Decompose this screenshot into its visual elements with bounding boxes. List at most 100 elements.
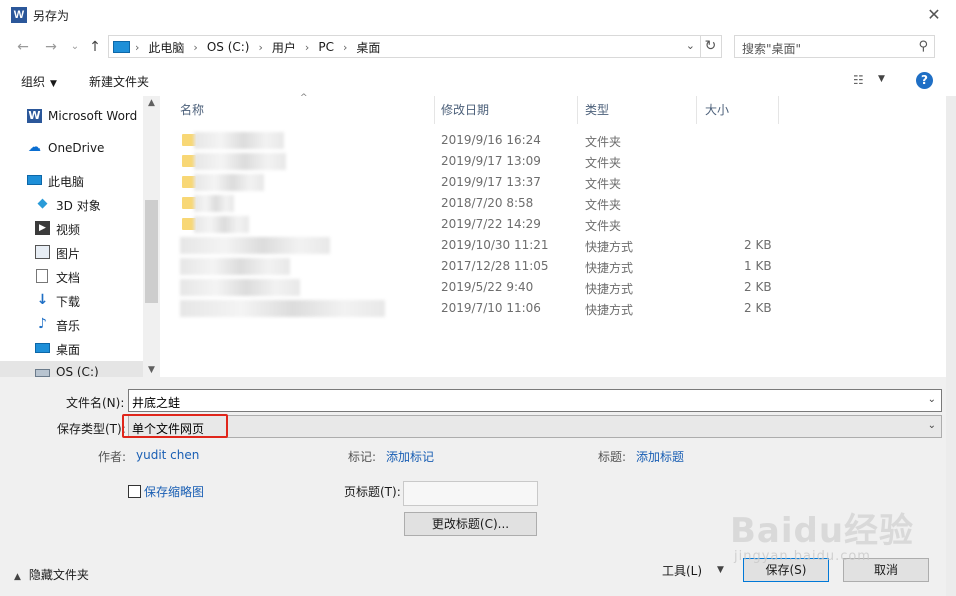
tools-menu[interactable]: 工具(L) bbox=[662, 562, 702, 579]
file-date: 2019/9/17 13:09 bbox=[441, 154, 541, 168]
search-input[interactable]: 搜索"桌面" ⚲ bbox=[734, 35, 935, 58]
blurred-filename bbox=[194, 174, 264, 191]
close-icon[interactable]: ✕ bbox=[924, 5, 944, 25]
breadcrumb: › 此电脑 › OS (C:) › 用户 › PC › 桌面 bbox=[135, 39, 380, 55]
sidebar-item-label: 视频 bbox=[56, 223, 81, 237]
save-thumbnail-checkbox[interactable] bbox=[128, 485, 141, 498]
address-bar[interactable]: › 此电脑 › OS (C:) › 用户 › PC › 桌面 ⌄ bbox=[108, 35, 701, 58]
caret-down-icon: ▼ bbox=[50, 79, 57, 89]
breadcrumb-users[interactable]: 用户 bbox=[272, 39, 296, 56]
file-date: 2017/12/28 11:05 bbox=[441, 259, 549, 273]
file-date: 2019/9/16 16:24 bbox=[441, 133, 541, 147]
change-title-button[interactable]: 更改标题(C)... bbox=[404, 512, 537, 536]
breadcrumb-desktop[interactable]: 桌面 bbox=[356, 39, 380, 56]
sidebar-item-label: 桌面 bbox=[56, 343, 81, 357]
blurred-filename bbox=[194, 216, 249, 233]
save-button[interactable]: 保存(S) bbox=[743, 558, 829, 582]
chevron-down-icon[interactable]: ⌄ bbox=[928, 394, 936, 405]
address-dropdown-icon[interactable]: ⌄ bbox=[686, 39, 695, 52]
sidebar-item-word[interactable]: W Microsoft Word bbox=[0, 105, 143, 127]
blurred-filename bbox=[194, 132, 284, 149]
file-size: 1 KB bbox=[744, 259, 772, 273]
sidebar-item-label: 3D 对象 bbox=[56, 199, 101, 213]
add-title-link[interactable]: 添加标题 bbox=[636, 448, 684, 465]
organize-label: 组织 bbox=[21, 75, 46, 89]
navigation-bar: ← → ⌄ ↑ › 此电脑 › OS (C:) › 用户 › PC › 桌面 ⌄… bbox=[0, 30, 956, 64]
column-header-date[interactable]: 修改日期 bbox=[433, 96, 577, 124]
sidebar-item-onedrive[interactable]: ☁ OneDrive bbox=[0, 137, 143, 159]
sidebar-item-music[interactable]: ♪ 音乐 bbox=[0, 313, 143, 335]
breadcrumb-pc[interactable]: PC bbox=[318, 40, 334, 54]
organize-menu[interactable]: 组织 ▼ bbox=[21, 73, 57, 90]
sidebar-item-os-c[interactable]: OS (C:) bbox=[0, 361, 143, 377]
scrollbar-thumb[interactable] bbox=[145, 200, 158, 303]
desktop-icon bbox=[35, 343, 50, 353]
page-title-label: 页标题(T): bbox=[344, 485, 401, 499]
chevron-down-icon[interactable]: ⌄ bbox=[928, 420, 936, 431]
word-icon: W bbox=[27, 109, 42, 123]
file-date: 2019/7/10 11:06 bbox=[441, 301, 541, 315]
breadcrumb-this-pc[interactable]: 此电脑 bbox=[148, 39, 184, 56]
column-header-size[interactable]: 大小 bbox=[697, 96, 779, 124]
sidebar-item-this-pc[interactable]: 此电脑 bbox=[0, 169, 143, 191]
download-icon: ↓ bbox=[36, 292, 49, 308]
sidebar-item-pictures[interactable]: 图片 bbox=[0, 241, 143, 263]
file-list: 名称 ^ 修改日期 类型 大小 2019/9/16 16:24 文件夹 2019… bbox=[160, 93, 946, 377]
tools-caret-down-icon[interactable]: ▼ bbox=[717, 565, 724, 575]
file-row[interactable]: 2018/7/20 8:58 文件夹 bbox=[160, 193, 780, 214]
scroll-up-icon[interactable]: ▲ bbox=[143, 98, 160, 108]
author-value[interactable]: yudit chen bbox=[136, 448, 199, 462]
file-size: 2 KB bbox=[744, 301, 772, 315]
add-tags-link[interactable]: 添加标记 bbox=[386, 448, 434, 465]
sidebar-item-documents[interactable]: 文档 bbox=[0, 265, 143, 287]
sidebar-item-desktop[interactable]: 桌面 bbox=[0, 337, 143, 359]
up-arrow-icon[interactable]: ↑ bbox=[86, 39, 104, 55]
sort-ascending-icon: ^ bbox=[300, 93, 308, 103]
back-arrow-icon[interactable]: ← bbox=[14, 39, 32, 55]
file-row[interactable]: 2019/9/17 13:37 文件夹 bbox=[160, 172, 780, 193]
view-caret-down-icon[interactable]: ▼ bbox=[878, 74, 885, 84]
file-row[interactable]: 2019/9/17 13:09 文件夹 bbox=[160, 151, 780, 172]
navigation-pane: W Microsoft Word ☁ OneDrive 此电脑 ◆ 3D 对象 … bbox=[0, 96, 160, 377]
sidebar-item-label: 下载 bbox=[56, 295, 81, 309]
cancel-button[interactable]: 取消 bbox=[843, 558, 929, 582]
file-row[interactable]: 2019/10/30 11:21 快捷方式 2 KB bbox=[160, 235, 780, 256]
title-bar: W 另存为 ✕ bbox=[0, 0, 956, 30]
column-divider[interactable] bbox=[778, 96, 779, 124]
file-row[interactable]: 2019/5/22 9:40 快捷方式 2 KB bbox=[160, 277, 780, 298]
file-date: 2019/9/17 13:37 bbox=[441, 175, 541, 189]
hide-folders-label: 隐藏文件夹 bbox=[28, 568, 89, 582]
file-type: 快捷方式 bbox=[585, 303, 634, 317]
new-folder-button[interactable]: 新建文件夹 bbox=[89, 73, 149, 90]
hide-folders-toggle[interactable]: ▲ 隐藏文件夹 bbox=[14, 566, 89, 583]
monitor-icon bbox=[113, 41, 130, 53]
filename-field[interactable]: 井底之蛙 ⌄ bbox=[128, 389, 942, 412]
file-row[interactable]: 2017/12/28 11:05 快捷方式 1 KB bbox=[160, 256, 780, 277]
scroll-down-icon[interactable]: ▼ bbox=[143, 365, 160, 375]
help-icon[interactable]: ? bbox=[916, 72, 933, 89]
sidebar-item-3d-objects[interactable]: ◆ 3D 对象 bbox=[0, 193, 143, 215]
page-title-field[interactable] bbox=[403, 481, 538, 506]
sidebar-item-label: Microsoft Word bbox=[48, 109, 138, 123]
file-row[interactable]: 2019/9/16 16:24 文件夹 bbox=[160, 130, 780, 151]
forward-arrow-icon[interactable]: → bbox=[42, 39, 60, 55]
save-thumbnail-label[interactable]: 保存缩略图 bbox=[144, 483, 204, 500]
file-type: 快捷方式 bbox=[585, 282, 634, 296]
filetype-select[interactable]: 单个文件网页 ⌄ bbox=[128, 415, 942, 438]
search-icon[interactable]: ⚲ bbox=[918, 39, 928, 54]
refresh-icon[interactable]: ↻ bbox=[700, 35, 722, 58]
sidebar-scrollbar[interactable]: ▲ ▼ bbox=[143, 96, 160, 377]
file-date: 2018/7/20 8:58 bbox=[441, 196, 534, 210]
view-options-icon[interactable]: ☷ bbox=[853, 73, 864, 87]
recent-locations-chevron-icon[interactable]: ⌄ bbox=[66, 39, 84, 55]
sidebar-item-videos[interactable]: ▶ 视频 bbox=[0, 217, 143, 239]
file-row[interactable]: 2019/7/22 14:29 文件夹 bbox=[160, 214, 780, 235]
caret-up-icon: ▲ bbox=[14, 572, 21, 582]
file-row[interactable]: 2019/7/10 11:06 快捷方式 2 KB bbox=[160, 298, 780, 319]
breadcrumb-drive-c[interactable]: OS (C:) bbox=[207, 40, 250, 54]
column-header-type[interactable]: 类型 bbox=[577, 96, 695, 124]
picture-icon bbox=[35, 245, 50, 259]
sidebar-item-label: OneDrive bbox=[48, 141, 105, 155]
sidebar-item-downloads[interactable]: ↓ 下载 bbox=[0, 289, 143, 311]
video-icon: ▶ bbox=[35, 221, 50, 235]
